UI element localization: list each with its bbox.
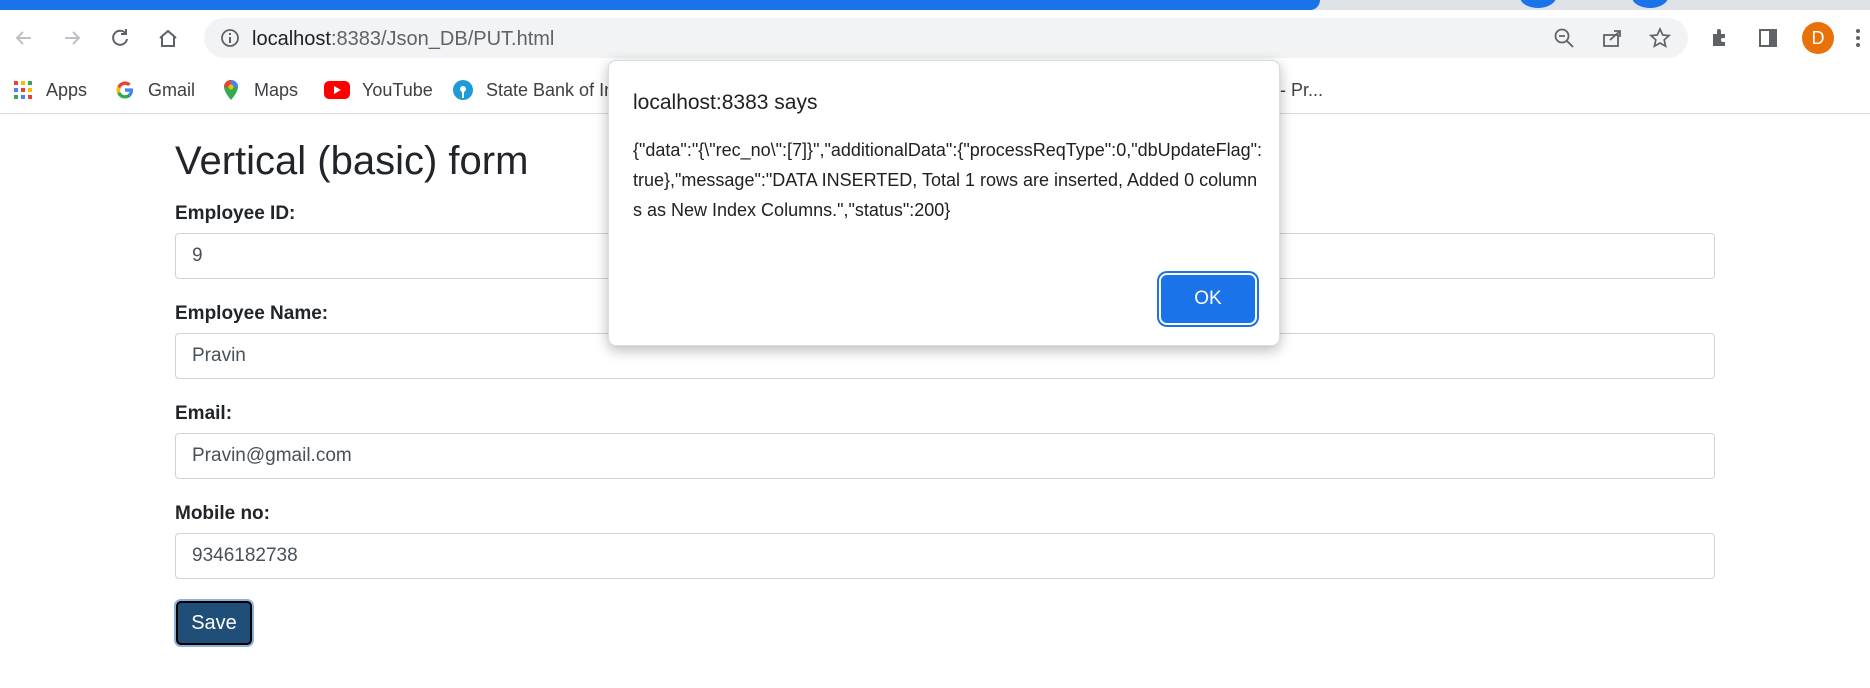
- url-host: localhost: [252, 28, 331, 50]
- active-tab[interactable]: [0, 0, 1320, 10]
- alert-dialog: localhost:8383 says {"data":"{\"rec_no\"…: [608, 60, 1280, 346]
- dialog-title: localhost:8383 says: [633, 91, 818, 114]
- bookmark-label: State Bank of In: [486, 79, 615, 100]
- mobile-input[interactable]: [175, 533, 1715, 579]
- reload-button[interactable]: [104, 22, 136, 54]
- bookmark-gmail[interactable]: Gmail: [114, 76, 195, 104]
- bookmark-label: Apps: [46, 79, 88, 100]
- bookmark-label: - Pr...: [1280, 79, 1324, 100]
- extensions-button[interactable]: [1704, 22, 1736, 54]
- dialog-message: {"data":"{\"rec_no\":[7]}","additionalDa…: [633, 140, 1263, 220]
- tab-strip: [0, 0, 1870, 10]
- back-button[interactable]: [8, 22, 40, 54]
- kebab-menu-icon: [1856, 29, 1860, 47]
- bookmark-apps[interactable]: Apps: [12, 76, 87, 104]
- bookmark-other[interactable]: - Pr...: [1280, 76, 1323, 104]
- email-input[interactable]: [175, 433, 1715, 479]
- menu-button[interactable]: [1846, 22, 1870, 54]
- side-panel-icon: [1759, 29, 1777, 47]
- home-button[interactable]: [152, 22, 184, 54]
- employee-id-label: Employee ID:: [175, 203, 296, 224]
- url-text[interactable]: localhost:8383/Json_DB/PUT.html: [252, 28, 554, 51]
- bookmark-star-icon[interactable]: [1648, 26, 1672, 50]
- mobile-label: Mobile no:: [175, 503, 270, 524]
- tab-icon[interactable]: [1520, 0, 1556, 8]
- maps-pin-icon: [220, 79, 242, 101]
- home-icon: [159, 29, 177, 47]
- address-bar[interactable]: localhost:8383/Json_DB/PUT.html: [204, 18, 1688, 58]
- forward-arrow-icon: [65, 31, 81, 45]
- share-icon[interactable]: [1600, 26, 1624, 50]
- bookmark-maps[interactable]: Maps: [220, 76, 298, 104]
- employee-name-label: Employee Name:: [175, 303, 329, 324]
- url-path: :8383/Json_DB/PUT.html: [330, 28, 555, 50]
- email-label: Email:: [175, 403, 233, 424]
- ok-button[interactable]: OK: [1161, 275, 1255, 323]
- sbi-icon: [452, 79, 474, 101]
- apps-grid-icon: [12, 79, 34, 101]
- form-title: Vertical (basic) form: [175, 139, 529, 183]
- puzzle-icon: [1713, 29, 1725, 46]
- save-button[interactable]: Save: [176, 601, 252, 645]
- side-panel-button[interactable]: [1752, 22, 1784, 54]
- browser-toolbar: localhost:8383/Json_DB/PUT.html D: [0, 10, 1870, 66]
- zoom-icon[interactable]: [1552, 26, 1576, 50]
- site-info-icon[interactable]: [220, 28, 240, 53]
- back-arrow-icon: [15, 31, 31, 45]
- youtube-icon: [324, 79, 350, 101]
- reload-icon: [112, 29, 128, 46]
- bookmark-label: Maps: [254, 79, 299, 100]
- google-icon: [114, 79, 136, 101]
- forward-button[interactable]: [56, 22, 88, 54]
- bookmark-youtube[interactable]: YouTube: [324, 76, 433, 104]
- tab-icon[interactable]: [1632, 0, 1668, 8]
- profile-avatar[interactable]: D: [1802, 22, 1834, 54]
- bookmark-sbi[interactable]: State Bank of In: [452, 76, 614, 104]
- bookmark-label: Gmail: [148, 79, 196, 100]
- bookmark-label: YouTube: [362, 79, 433, 100]
